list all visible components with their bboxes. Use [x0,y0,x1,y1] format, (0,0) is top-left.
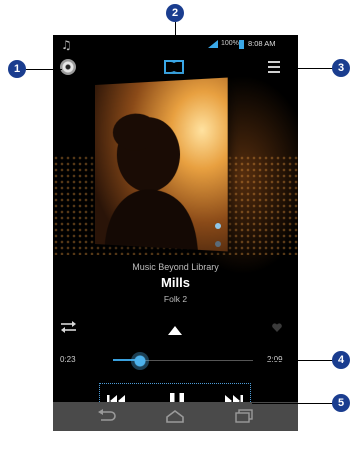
callout-line-3 [283,68,333,69]
music-note-icon: ♫ [61,38,72,52]
shuffle-icon[interactable] [60,320,77,334]
navigation-bar [53,402,298,431]
callout-3: 3 [332,59,350,77]
page-indicator-inactive [215,241,221,247]
top-bar [53,53,298,81]
signal-icon [208,40,218,48]
page-indicator-active [215,223,221,229]
song-title: Mills [161,275,190,290]
callout-5: 5 [332,394,350,412]
heart-icon[interactable] [272,323,282,332]
callout-line-2 [175,22,176,44]
artist-name: Folk 2 [163,294,188,304]
battery-icon [239,40,244,49]
dolby-icon[interactable] [164,60,184,74]
callout-line-1 [26,69,62,70]
callout-line-4 [253,360,333,361]
status-time: 8:08 AM [248,39,276,48]
callout-line-5 [252,403,333,404]
disc-icon[interactable] [60,59,76,75]
elapsed-time: 0:23 [60,355,76,364]
callout-2: 2 [166,4,184,22]
progress-thumb[interactable] [131,352,149,370]
album-name: Music Beyond Library [132,262,219,272]
album-art[interactable] [95,77,228,252]
callout-1: 1 [8,60,26,78]
back-icon[interactable] [96,409,116,423]
music-player-screen: ♫ 100% 8:08 AM Music Beyond Library Mill… [53,35,298,431]
home-icon[interactable] [165,409,185,423]
callout-4: 4 [332,351,350,369]
menu-icon[interactable] [268,61,280,73]
recent-apps-icon[interactable] [234,409,254,423]
triangle-up-icon[interactable] [168,325,182,335]
battery-percent: 100% [221,40,239,47]
